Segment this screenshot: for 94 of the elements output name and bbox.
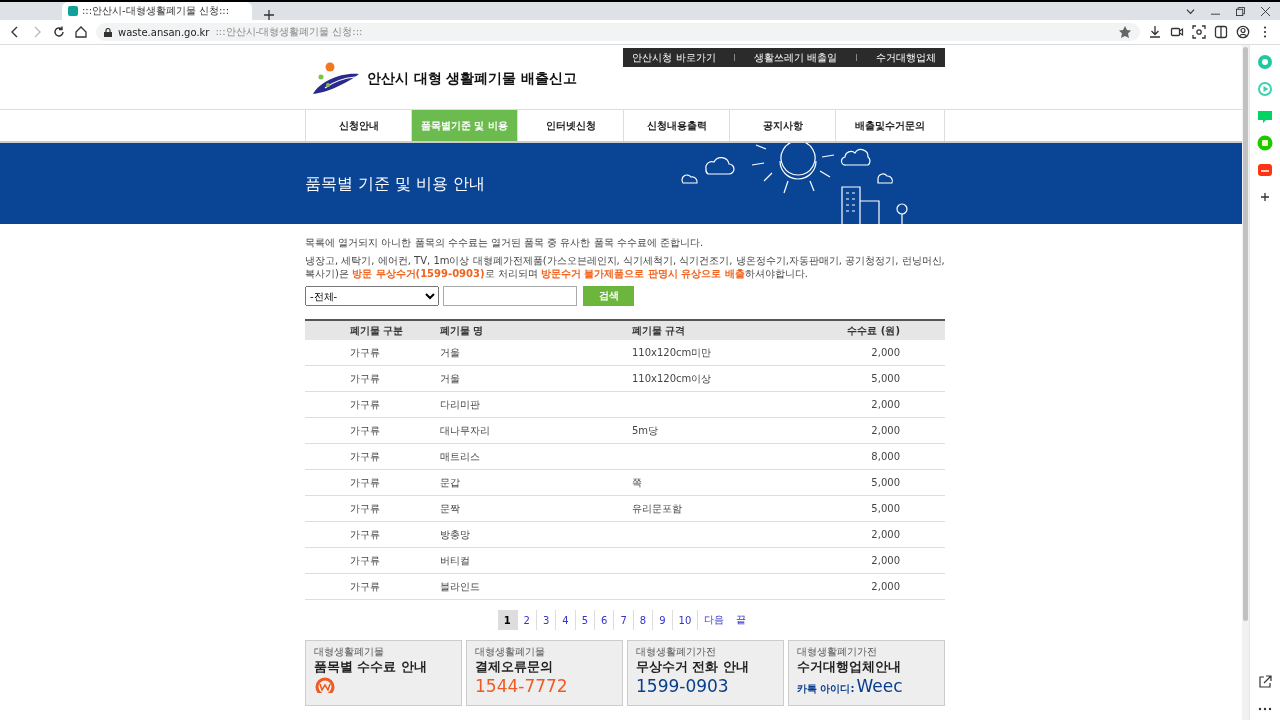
page-link[interactable]: 1 [497, 610, 518, 630]
page-link[interactable]: 7 [614, 610, 634, 630]
kakao-id: Weec [856, 677, 903, 695]
column-header: 폐기물 명 [440, 320, 632, 340]
page-link[interactable]: 2 [517, 610, 537, 630]
table-cell: 8,000 [812, 443, 945, 470]
star-icon[interactable] [1118, 25, 1132, 39]
external-link-icon[interactable] [1257, 674, 1273, 690]
card-category: 대형생활폐기가전 [636, 646, 717, 658]
info-card[interactable]: 대형생활폐기가전 무상수거 전화 안내 1599-0903 [627, 640, 784, 706]
phone-number: 1599-0903 [636, 677, 730, 696]
table-cell: 2,000 [812, 391, 945, 418]
table-cell: 다리미판 [440, 391, 632, 418]
page-link[interactable]: 9 [653, 610, 673, 630]
table-cell: 5,000 [812, 469, 945, 496]
top-link[interactable]: 수거대행업체 [875, 50, 936, 65]
card-title: 무상수거 전화 안내 [636, 659, 750, 674]
table-cell: 버티컬 [440, 547, 632, 574]
table-cell: 거울 [440, 340, 632, 366]
split-icon[interactable] [1214, 25, 1228, 39]
table-cell: 110x120cm미만 [632, 340, 812, 366]
banner-title: 품목별 기준 및 비용 안내 [305, 174, 486, 195]
table-cell: 2,000 [812, 340, 945, 366]
table-cell: 가구류 [305, 521, 440, 548]
table-cell: 블라인드 [440, 573, 632, 600]
table-cell: 유리문포함 [632, 495, 812, 522]
browser-tab[interactable]: :::안산시-대형생활폐기물 신청::: [62, 2, 252, 20]
logo-icon [311, 62, 361, 96]
search-field[interactable] [443, 286, 577, 306]
info-card[interactable]: 대형생활폐기가전 수거대행업체안내 카톡 아이디:Weec [788, 640, 945, 706]
profile-icon[interactable] [1236, 25, 1250, 39]
page-link[interactable]: 8 [633, 610, 654, 630]
download-icon[interactable] [1148, 25, 1162, 39]
table-cell: 가구류 [305, 443, 440, 470]
table-cell: 거울 [440, 365, 632, 392]
table-cell: 방충망 [440, 521, 632, 548]
phone-number: 1544-7772 [475, 677, 569, 696]
tab-list-icon[interactable] [1186, 6, 1195, 16]
column-header: 수수료 (원) [812, 320, 945, 340]
table-cell: 가구류 [305, 495, 440, 522]
card-category: 대형생활폐기물 [475, 646, 546, 658]
table-cell: 가구류 [305, 365, 440, 392]
site-title: 안산시 대형 생활폐기물 배출신고 [367, 70, 578, 88]
page-link[interactable]: 5 [575, 610, 596, 630]
card-title: 결제오류문의 [475, 659, 554, 674]
table-cell: 대나무자리 [440, 417, 632, 444]
notice-text: 냉장고, 세탁기, 에어컨, TV, 1m이상 대형폐가전제품(가스오븐레인지, 식기세척기, 식기건조기, 냉온정수기,자동판매기, 공기청정기, 런닝머신, 복사기)은 방문 무상수거(1599-0903)로 처리되며 방문수거 불가제품으로 판명시 유상으로 배출하셔야합니다. [305, 254, 945, 280]
column-header: 폐기물 구분 [305, 320, 440, 340]
top-link[interactable]: 생활쓰레기 배출일 [754, 50, 838, 65]
table-cell: 가구류 [305, 469, 440, 496]
video-icon[interactable] [1170, 25, 1184, 39]
table-cell: 5,000 [812, 495, 945, 522]
top-link[interactable]: 안산시청 바로가기 [632, 50, 716, 65]
page-link[interactable]: 3 [537, 610, 557, 630]
table-cell: 110x120cm이상 [632, 365, 812, 392]
kakao-id-label: 카톡 아이디: [797, 682, 855, 696]
nav-tab[interactable]: 배출및수거문의 [835, 110, 945, 141]
info-card[interactable]: 대형생활폐기물 품목별 수수료 안내 [305, 640, 462, 706]
table-cell: 2,000 [812, 547, 945, 574]
table-cell: 가구류 [305, 417, 440, 444]
page-link[interactable]: 6 [595, 610, 615, 630]
screenshot-icon[interactable] [1192, 25, 1206, 39]
table-cell: 2,000 [812, 521, 945, 548]
page-link[interactable]: 4 [556, 610, 576, 630]
table-cell: 가구류 [305, 573, 440, 600]
table-cell: 매트리스 [440, 443, 632, 470]
card-title: 수거대행업체안내 [797, 659, 902, 674]
reload-icon[interactable] [52, 25, 66, 39]
table-cell: 가구류 [305, 340, 440, 366]
notice-text: 목록에 열거되지 아니한 품목의 수수료는 열거된 품목 중 유사한 품목 수수료에 준합니다. [305, 236, 705, 249]
next-link[interactable]: 다음 [698, 610, 731, 630]
restore-icon[interactable] [1236, 6, 1245, 16]
last-link[interactable]: 끝 [730, 610, 753, 630]
table-cell: 5m당 [632, 417, 812, 444]
page-link[interactable]: 10 [672, 610, 699, 630]
table-cell: 문짝 [440, 495, 632, 522]
table-cell: 가구류 [305, 391, 440, 418]
table-cell: 가구류 [305, 547, 440, 574]
table-cell: 쪽 [632, 469, 812, 496]
table-cell: 2,000 [812, 573, 945, 600]
home-icon[interactable] [74, 25, 88, 39]
scrollbar-thumb[interactable] [1243, 47, 1248, 621]
lock-icon[interactable] [104, 27, 112, 37]
card-category: 대형생활폐기물 [314, 646, 385, 658]
close-icon[interactable] [1261, 6, 1270, 16]
card-category: 대형생활폐기가전 [797, 646, 878, 658]
table-cell: 5,000 [812, 365, 945, 392]
category-select[interactable]: -전체- [305, 286, 439, 306]
column-header: 폐기물 규격 [632, 320, 812, 340]
card-title: 품목별 수수료 안내 [314, 659, 428, 674]
table-cell: 문갑 [440, 469, 632, 496]
info-card[interactable]: 대형생활폐기물 결제오류문의 1544-7772 [466, 640, 623, 706]
table-cell: 2,000 [812, 417, 945, 444]
address-bar[interactable]: waste.ansan.go.kr :::안산시-대형생활폐기물 신청::: [96, 23, 1140, 41]
